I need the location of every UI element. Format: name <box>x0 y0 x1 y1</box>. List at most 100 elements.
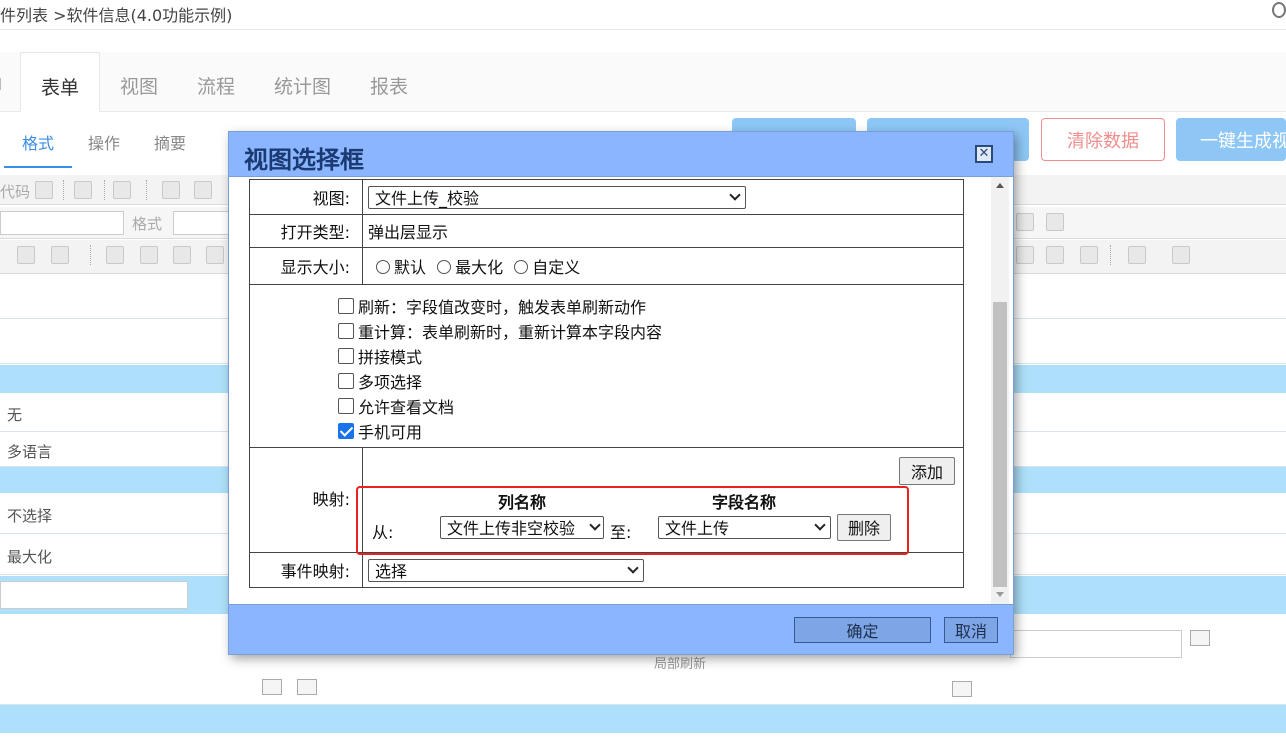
code-icon[interactable] <box>262 679 282 695</box>
option-refresh: 刷新：字段值改变时，触发表单刷新动作 <box>250 293 963 318</box>
size-radio-default[interactable] <box>376 260 390 274</box>
ok-button[interactable]: 确定 <box>794 617 931 643</box>
bg-text-input[interactable] <box>0 581 188 609</box>
anchor-icon[interactable] <box>1080 246 1098 264</box>
subtab-operation[interactable]: 操作 <box>88 130 120 154</box>
option-label: 拼接模式 <box>358 347 423 367</box>
bg-text-input[interactable] <box>1010 630 1182 658</box>
concat-checkbox[interactable] <box>338 347 354 364</box>
format-select[interactable] <box>173 211 233 235</box>
noselect-label: 不选择 <box>7 507 53 525</box>
view-select-dialog: 视图选择框 ✕ 视图: 文件上传_校验 打开类型: 弹出层显示 显示大小: 默认… <box>228 131 1014 655</box>
textarea-icon[interactable] <box>51 246 69 264</box>
mapping-label: 映射: <box>249 447 363 553</box>
recalc-checkbox[interactable] <box>338 322 354 339</box>
template-icon[interactable] <box>113 181 131 199</box>
options-cell: 刷新：字段值改变时，触发表单刷新动作 重计算：表单刷新时，重新计算本字段内容 拼… <box>249 284 964 448</box>
column-select[interactable]: 文件上传非空校验 <box>440 515 604 539</box>
copy-icon[interactable] <box>35 181 53 199</box>
viewdoc-checkbox[interactable] <box>338 397 354 414</box>
align-justify-icon[interactable] <box>1016 213 1034 231</box>
chevron-down-icon <box>729 189 741 201</box>
open-type-value: 弹出层显示 <box>362 214 964 248</box>
picker-icon[interactable] <box>1190 630 1210 646</box>
view-label: 视图: <box>249 179 363 215</box>
scroll-thumb[interactable] <box>993 302 1007 587</box>
unlink-icon[interactable] <box>1046 246 1064 264</box>
code-icon[interactable] <box>952 681 972 697</box>
option-label: 刷新：字段值改变时，触发表单刷新动作 <box>358 297 647 317</box>
cancel-button[interactable]: 取消 <box>944 617 998 643</box>
list-icon[interactable] <box>106 246 124 264</box>
link-icon[interactable] <box>1016 246 1034 264</box>
view-select[interactable]: 文件上传_校验 <box>368 185 746 209</box>
section-band <box>0 705 1286 733</box>
subtab-underline <box>4 166 72 168</box>
search-icon[interactable] <box>1272 2 1286 18</box>
home-icon[interactable] <box>206 246 224 264</box>
event-mapping-label: 事件映射: <box>249 552 363 588</box>
tab-stub <box>0 78 4 90</box>
partial-refresh-text: 局部刷新 <box>654 657 707 672</box>
size-label: 显示大小: <box>249 247 363 285</box>
cut-icon[interactable] <box>162 181 180 199</box>
option-label: 多项选择 <box>358 372 423 392</box>
mobile-checkbox[interactable] <box>338 422 354 439</box>
none-label: 无 <box>7 406 23 424</box>
size-radio-maximize[interactable] <box>437 260 452 274</box>
subtab-summary[interactable]: 摘要 <box>154 130 186 154</box>
size-radio-custom[interactable] <box>514 260 529 274</box>
open-type-label: 打开类型: <box>249 214 363 248</box>
size-option-label: 自定义 <box>532 258 581 277</box>
main-tabs: 表单 视图 流程 统计图 报表 <box>0 52 1286 112</box>
refresh-checkbox[interactable] <box>338 297 354 314</box>
dialog-title: 视图选择框 <box>244 146 364 174</box>
event-mapping-value: 选择 <box>375 562 408 581</box>
breadcrumb: 件列表 >软件信息(4.0功能示例) <box>0 6 233 25</box>
tab-report[interactable]: 报表 <box>370 72 408 99</box>
tab-chart[interactable]: 统计图 <box>274 72 331 99</box>
tree-icon[interactable] <box>173 246 191 264</box>
option-label: 允许查看文档 <box>358 397 455 417</box>
event-mapping-select[interactable]: 选择 <box>368 558 644 582</box>
mapping-cell: 添加 列名称 字段名称 从: 文件上传非空校验 至: 文件上传 删除 <box>362 447 964 553</box>
dialog-footer: 确定 取消 <box>229 605 1013 654</box>
toolbar-separator <box>104 180 105 200</box>
field-select-value: 文件上传 <box>665 519 730 538</box>
multiselect-checkbox[interactable] <box>338 372 354 389</box>
option-multiselect: 多项选择 <box>250 368 963 393</box>
highlight-color-icon[interactable] <box>1172 246 1190 264</box>
add-button[interactable]: 添加 <box>899 456 955 485</box>
delete-button[interactable]: 删除 <box>837 513 891 541</box>
subtab-format[interactable]: 格式 <box>22 130 54 154</box>
column-name-header: 列名称 <box>498 492 547 512</box>
font-color-icon[interactable] <box>1128 246 1146 264</box>
tab-view[interactable]: 视图 <box>120 72 158 99</box>
option-label: 手机可用 <box>358 422 423 442</box>
tab-form[interactable]: 表单 <box>20 52 101 112</box>
clear-data-button[interactable]: 清除数据 <box>1041 118 1165 161</box>
style-select[interactable] <box>0 211 124 235</box>
size-option-label: 最大化 <box>455 258 504 277</box>
option-label: 重计算：表单刷新时，重新计算本字段内容 <box>358 322 663 342</box>
code-icon[interactable] <box>297 679 317 695</box>
tab-flow[interactable]: 流程 <box>197 72 235 99</box>
scroll-down-icon[interactable] <box>996 592 1004 597</box>
generate-button[interactable]: 一键生成视 <box>1176 118 1286 161</box>
field-select[interactable]: 文件上传 <box>658 515 831 539</box>
size-options: 默认 最大化 自定义 <box>362 247 964 285</box>
to-label: 至: <box>610 522 632 542</box>
toolbar-separator <box>90 245 91 265</box>
dialog-scrollbar[interactable] <box>991 177 1009 604</box>
scroll-up-icon[interactable] <box>996 183 1004 188</box>
dialog-body: 视图: 文件上传_校验 打开类型: 弹出层显示 显示大小: 默认 最大化 自定义 <box>229 176 1013 605</box>
calendar-icon[interactable] <box>140 246 158 264</box>
align-block-icon[interactable] <box>1046 213 1064 231</box>
option-recalc: 重计算：表单刷新时，重新计算本字段内容 <box>250 318 963 343</box>
column-select-value: 文件上传非空校验 <box>447 519 576 538</box>
close-icon[interactable]: ✕ <box>975 145 993 163</box>
option-viewdoc: 允许查看文档 <box>250 393 963 418</box>
preview-icon[interactable] <box>74 181 92 199</box>
paste-icon[interactable] <box>194 181 212 199</box>
textfield-icon[interactable] <box>17 246 35 264</box>
